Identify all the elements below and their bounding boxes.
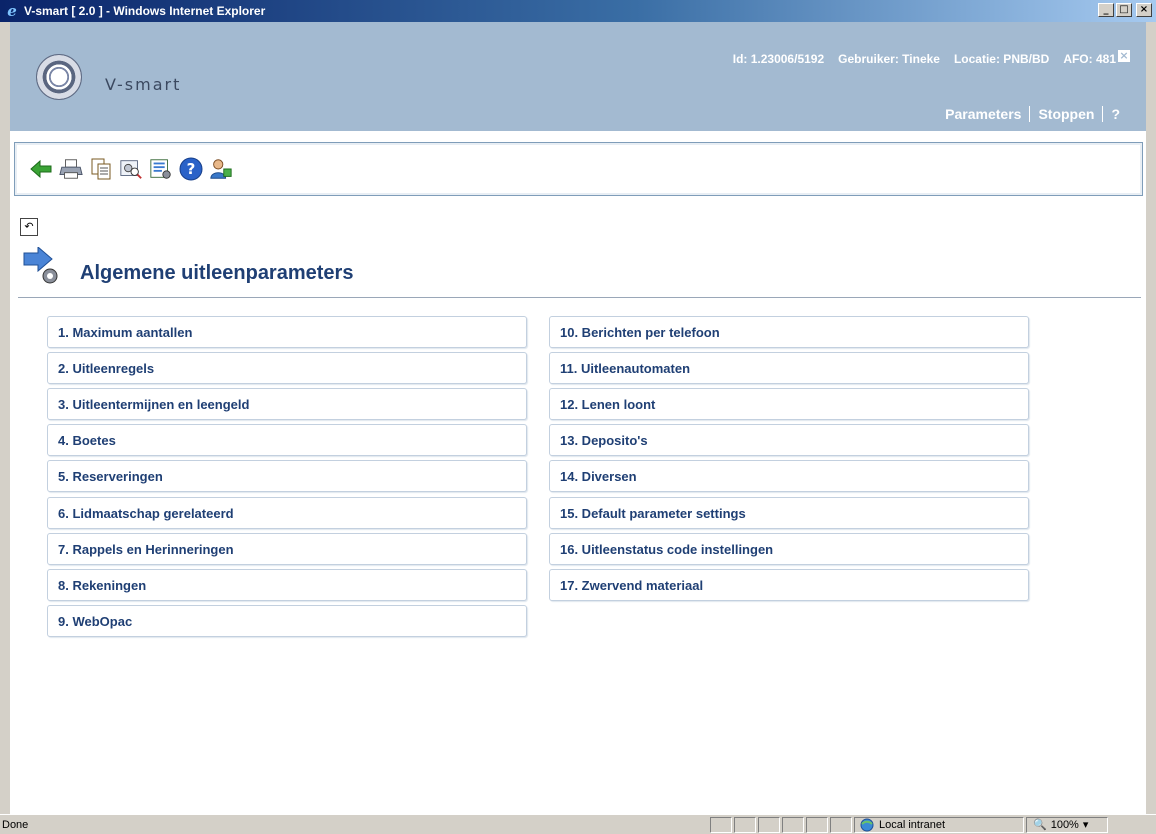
security-zone-label: Local intranet	[879, 818, 946, 831]
chevron-down-icon: ▾	[1082, 819, 1089, 831]
minimize-button[interactable]: _	[1098, 3, 1114, 17]
menu-item-rekeningen[interactable]: 8. Rekeningen	[47, 569, 527, 601]
status-cell	[830, 816, 852, 833]
copy-icon[interactable]	[89, 157, 113, 181]
help-link[interactable]: ?	[1111, 106, 1120, 122]
browser-client-area: V-smart Id: 1.23006/5192 Gebruiker: Tine…	[10, 22, 1146, 814]
session-user: Gebruiker: Tineke	[838, 52, 940, 66]
ie-logo-icon: e	[7, 2, 17, 20]
print-icon[interactable]	[59, 157, 83, 181]
svg-text:?: ?	[187, 160, 196, 178]
vsmart-logo-icon	[36, 54, 82, 100]
menu-item-uitleenregels[interactable]: 2. Uitleenregels	[47, 352, 527, 384]
menu-item-uitleenstatus-code[interactable]: 16. Uitleenstatus code instellingen	[549, 533, 1029, 565]
parameters-arrow-icon	[22, 245, 62, 287]
status-cell	[734, 816, 756, 833]
menu-item-reserveringen[interactable]: 5. Reserveringen	[47, 460, 527, 492]
status-cell	[806, 816, 828, 833]
top-navigation: Parameters Stoppen ?	[945, 106, 1120, 122]
status-bar: Done Local intranet 🔍 100% ▾	[0, 814, 1156, 834]
menu-item-zwervend-materiaal[interactable]: 17. Zwervend materiaal	[549, 569, 1029, 601]
menu-item-lenen-loont[interactable]: 12. Lenen loont	[549, 388, 1029, 420]
close-window-button[interactable]: ×	[1136, 3, 1152, 17]
window-controls: _ □ ×	[1098, 3, 1152, 17]
menu-item-webopac[interactable]: 9. WebOpac	[47, 605, 527, 637]
nav-separator	[1102, 106, 1104, 122]
page-title: Algemene uitleenparameters	[80, 262, 354, 284]
list-settings-icon[interactable]	[149, 157, 173, 181]
menu-item-default-parameters[interactable]: 15. Default parameter settings	[549, 497, 1029, 529]
security-zone[interactable]: Local intranet	[854, 816, 1024, 833]
zoom-value: 100%	[1050, 818, 1079, 831]
window-titlebar: e V-smart [ 2.0 ] - Windows Internet Exp…	[0, 0, 1156, 22]
menu-item-uitleenautomaten[interactable]: 11. Uitleenautomaten	[549, 352, 1029, 384]
menu-item-maximum-aantallen[interactable]: 1. Maximum aantallen	[47, 316, 527, 348]
parameters-link[interactable]: Parameters	[945, 106, 1021, 122]
status-cell	[758, 816, 780, 833]
help-icon[interactable]: ?	[179, 157, 203, 181]
session-location: Locatie: PNB/BD	[953, 52, 1050, 66]
menu-item-lidmaatschap[interactable]: 6. Lidmaatschap gerelateerd	[47, 497, 527, 529]
toolbar: ?	[14, 142, 1143, 196]
menu-item-berichten-telefoon[interactable]: 10. Berichten per telefoon	[549, 316, 1029, 348]
window-title: V-smart [ 2.0 ] - Windows Internet Explo…	[24, 4, 266, 18]
menu-item-depositos[interactable]: 13. Deposito's	[549, 424, 1029, 456]
status-text: Done	[2, 818, 29, 831]
zoom-icon: 🔍	[1033, 819, 1047, 831]
undo-icon[interactable]: ↶	[20, 218, 38, 236]
menu-item-boetes[interactable]: 4. Boetes	[47, 424, 527, 456]
session-info: Id: 1.23006/5192 Gebruiker: Tineke Locat…	[733, 52, 1116, 66]
user-switch-icon[interactable]	[209, 157, 233, 181]
maximize-button[interactable]: □	[1116, 3, 1132, 17]
close-session-icon[interactable]: ×	[1118, 50, 1130, 62]
session-id: Id: 1.23006/5192	[732, 52, 825, 66]
brand-name: V-smart	[105, 75, 182, 94]
nav-separator	[1029, 106, 1031, 122]
back-arrow-icon[interactable]	[29, 157, 53, 181]
search-settings-icon[interactable]	[119, 157, 143, 181]
title-divider	[18, 297, 1141, 298]
session-afo: AFO: 481	[1063, 52, 1116, 66]
menu-item-rappels[interactable]: 7. Rappels en Herinneringen	[47, 533, 527, 565]
app-header: V-smart Id: 1.23006/5192 Gebruiker: Tine…	[10, 22, 1146, 131]
menu-item-uitleentermijnen[interactable]: 3. Uitleentermijnen en leengeld	[47, 388, 527, 420]
globe-icon	[860, 818, 874, 831]
status-cell	[710, 816, 732, 833]
stop-link[interactable]: Stoppen	[1038, 106, 1094, 122]
menu-item-diversen[interactable]: 14. Diversen	[549, 460, 1029, 492]
status-cell	[782, 816, 804, 833]
zoom-level[interactable]: 🔍 100% ▾	[1026, 816, 1108, 833]
